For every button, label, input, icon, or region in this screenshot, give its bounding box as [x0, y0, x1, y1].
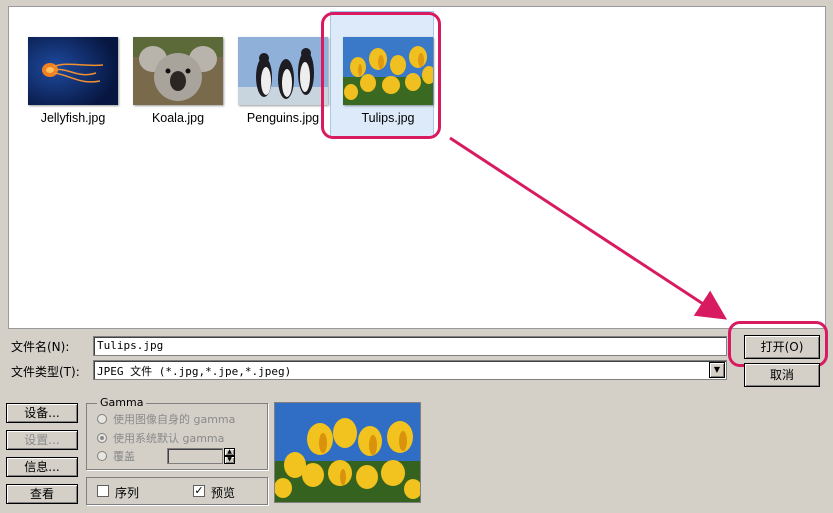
dropdown-arrow-icon[interactable]: ▼: [709, 362, 725, 378]
info-button[interactable]: 信息...: [6, 457, 78, 477]
setup-button[interactable]: 设置...: [6, 430, 78, 450]
filename-label: 文件名(N):: [11, 340, 70, 354]
open-button[interactable]: 打开(O): [744, 335, 820, 359]
gamma-image-radio[interactable]: [97, 414, 107, 424]
filetype-value: JPEG 文件 (*.jpg,*.jpe,*.jpeg): [97, 365, 292, 378]
filename-input[interactable]: Tulips.jpg: [93, 336, 727, 356]
tulips-preview-image: [274, 403, 422, 502]
sequence-label: 序列: [115, 486, 140, 500]
options-groupbox: 序列 ✓ 预览: [86, 477, 268, 505]
preview-label: 预览: [211, 486, 236, 500]
spin-up-icon[interactable]: ▲: [224, 448, 235, 456]
gamma-groupbox: Gamma 使用图像自身的 gamma 使用系统默认 gamma 覆盖 ▲ ▼: [86, 396, 268, 470]
filetype-select[interactable]: JPEG 文件 (*.jpg,*.jpe,*.jpeg) ▼: [93, 360, 727, 380]
gamma-system-radio[interactable]: [97, 433, 107, 443]
sequence-checkbox[interactable]: [97, 485, 109, 497]
cancel-button[interactable]: 取消: [744, 363, 820, 387]
gamma-override-radio[interactable]: [97, 451, 107, 461]
preview-checkbox[interactable]: ✓: [193, 485, 205, 497]
gamma-group-title: Gamma: [97, 396, 147, 409]
spin-down-icon[interactable]: ▼: [224, 456, 235, 464]
gamma-value-input[interactable]: [167, 448, 223, 464]
gamma-image-label: 使用图像自身的 gamma: [113, 413, 236, 426]
device-button[interactable]: 设备...: [6, 403, 78, 423]
gamma-override-label: 覆盖: [113, 450, 135, 463]
view-button[interactable]: 查看: [6, 484, 78, 504]
gamma-system-label: 使用系统默认 gamma: [113, 432, 225, 445]
image-preview: [274, 402, 422, 503]
filetype-label: 文件类型(T):: [11, 365, 80, 379]
